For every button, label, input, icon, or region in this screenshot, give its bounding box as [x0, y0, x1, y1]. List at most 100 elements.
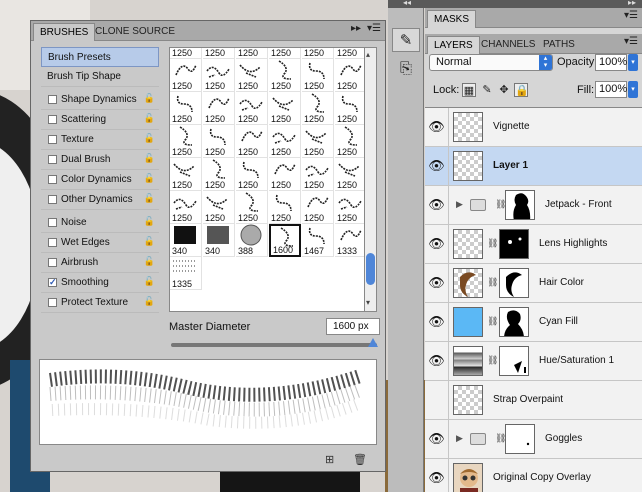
- brush-preset[interactable]: 1250: [203, 48, 235, 59]
- brush-preset[interactable]: 1250: [170, 125, 202, 158]
- master-diameter-slider[interactable]: [171, 338, 378, 347]
- option-wet-edges[interactable]: 🔓 Wet Edges: [41, 233, 159, 253]
- layers-menu-icon[interactable]: ▾☰: [624, 36, 638, 47]
- opacity-input[interactable]: 100%: [595, 54, 627, 71]
- lock-icon[interactable]: 🔓: [144, 276, 155, 287]
- visibility-eye-icon[interactable]: 👁: [425, 186, 449, 224]
- masks-menu-icon[interactable]: ▾☰: [624, 10, 638, 21]
- tab-brushes[interactable]: BRUSHES: [33, 23, 96, 41]
- layer-row-strap-overpaint[interactable]: Strap Overpaint: [425, 381, 642, 420]
- blend-mode-select[interactable]: Normal ▴ ▾: [429, 54, 553, 71]
- checkbox[interactable]: [48, 298, 57, 307]
- slider-knob[interactable]: [367, 338, 378, 347]
- link-icon[interactable]: ⛓: [487, 277, 498, 288]
- brush-preset[interactable]: 1250: [302, 125, 334, 158]
- collapse-panel-icon[interactable]: ▸▸: [351, 23, 361, 34]
- scroll-thumb[interactable]: [366, 253, 375, 285]
- brush-preset[interactable]: 1333: [335, 224, 364, 257]
- option-brush-tip-shape[interactable]: Brush Tip Shape: [41, 67, 159, 87]
- option-texture[interactable]: 🔓 Texture: [41, 130, 159, 150]
- tab-paths[interactable]: PATHS: [537, 36, 581, 54]
- panel-collapse-bar[interactable]: ◂◂ ▸▸: [388, 0, 642, 8]
- option-shape-dynamics[interactable]: 🔓 Shape Dynamics: [41, 90, 159, 110]
- brush-preset[interactable]: 1467: [302, 224, 334, 257]
- checkbox[interactable]: [48, 258, 57, 267]
- checkbox[interactable]: [48, 95, 57, 104]
- brush-preset[interactable]: 1335: [170, 257, 202, 290]
- option-airbrush[interactable]: 🔓 Airbrush: [41, 253, 159, 273]
- layer-row-jetpack-front[interactable]: 👁 ▶ ⛓ Jetpack - Front: [425, 186, 642, 225]
- tab-clone-source[interactable]: CLONE SOURCE: [89, 23, 181, 41]
- brush-preset[interactable]: 1250: [269, 59, 301, 92]
- brush-preset[interactable]: 1250: [236, 158, 268, 191]
- brush-preset[interactable]: 1250: [302, 48, 334, 59]
- lock-all-icon[interactable]: 🔒: [514, 83, 529, 97]
- option-color-dynamics[interactable]: 🔓 Color Dynamics: [41, 170, 159, 190]
- option-smoothing[interactable]: ✓ 🔓 Smoothing: [41, 273, 159, 293]
- tab-layers[interactable]: LAYERS: [427, 36, 480, 54]
- visibility-eye-icon[interactable]: 👁: [425, 342, 449, 380]
- fill-dropdown-icon[interactable]: ▾: [628, 81, 638, 98]
- lock-icon[interactable]: 🔓: [144, 153, 155, 164]
- brush-preset[interactable]: 388: [236, 224, 268, 257]
- visibility-eye-icon[interactable]: 👁: [425, 108, 449, 146]
- checkbox[interactable]: [48, 195, 57, 204]
- lock-icon[interactable]: 🔓: [144, 236, 155, 247]
- option-noise[interactable]: 🔓 Noise: [41, 213, 159, 233]
- lock-icon[interactable]: 🔓: [144, 93, 155, 104]
- scroll-down-icon[interactable]: ▾: [366, 298, 370, 307]
- brush-preset[interactable]: 1250: [335, 191, 364, 224]
- brush-preset[interactable]: 1250: [302, 191, 334, 224]
- expand-triangle-icon[interactable]: ▶: [456, 199, 463, 210]
- layer-row-goggles[interactable]: 👁 ▶ ⛓ Goggles: [425, 420, 642, 459]
- checkbox[interactable]: [48, 155, 57, 164]
- lock-icon[interactable]: 🔓: [144, 296, 155, 307]
- brush-preset[interactable]: 1250: [335, 158, 364, 191]
- option-dual-brush[interactable]: 🔓 Dual Brush: [41, 150, 159, 170]
- brush-preset[interactable]: 1250: [335, 48, 364, 59]
- brush-preset[interactable]: 1250: [269, 125, 301, 158]
- brush-preset[interactable]: 1250: [269, 191, 301, 224]
- lock-icon[interactable]: 🔓: [144, 216, 155, 227]
- tab-masks[interactable]: MASKS: [427, 10, 477, 28]
- brush-preset[interactable]: 1250: [335, 92, 364, 125]
- brush-preset[interactable]: 1250: [170, 48, 202, 59]
- option-protect-texture[interactable]: 🔓 Protect Texture: [41, 293, 159, 313]
- layer-row-cyan-fill[interactable]: 👁 ⛓ Cyan Fill: [425, 303, 642, 342]
- expand-triangle-icon[interactable]: ▶: [456, 433, 463, 444]
- brush-preset[interactable]: 1250: [335, 125, 364, 158]
- brush-preset[interactable]: 1250: [203, 158, 235, 191]
- lock-icon[interactable]: 🔓: [144, 173, 155, 184]
- brush-preset[interactable]: 1250: [170, 59, 202, 92]
- brush-preset[interactable]: 1600: [269, 224, 301, 257]
- brush-preset[interactable]: 1250: [203, 191, 235, 224]
- brush-preset[interactable]: 1250: [236, 125, 268, 158]
- fill-input[interactable]: 100%: [595, 81, 627, 98]
- visibility-eye-icon[interactable]: 👁: [425, 459, 449, 492]
- lock-position-icon[interactable]: ✥: [497, 83, 511, 97]
- collapse-left-icon[interactable]: ◂◂: [403, 0, 411, 7]
- layer-row-vignette[interactable]: 👁 Vignette: [425, 108, 642, 147]
- visibility-eye-icon[interactable]: 👁: [425, 420, 449, 458]
- tab-channels[interactable]: CHANNELS: [475, 36, 541, 54]
- checkbox[interactable]: [48, 218, 57, 227]
- brush-preset[interactable]: 1250: [203, 125, 235, 158]
- brush-preset[interactable]: 1250: [236, 191, 268, 224]
- checkbox[interactable]: [48, 135, 57, 144]
- brush-tool-icon[interactable]: ✎: [392, 28, 420, 52]
- lock-icon[interactable]: 🔓: [144, 113, 155, 124]
- option-brush-presets[interactable]: Brush Presets: [41, 47, 159, 67]
- collapse-right-icon[interactable]: ▸▸: [628, 0, 636, 7]
- opacity-dropdown-icon[interactable]: ▾: [628, 54, 638, 71]
- lock-transparency-icon[interactable]: ▦: [462, 83, 476, 97]
- brush-preset[interactable]: 1250: [236, 59, 268, 92]
- link-icon[interactable]: ⛓: [487, 238, 498, 249]
- brushes-menu-icon[interactable]: ▾☰: [367, 23, 381, 34]
- visibility-eye-icon[interactable]: 👁: [425, 303, 449, 341]
- layer-row-original-copy-overlay[interactable]: 👁 Original Copy Overlay: [425, 459, 642, 492]
- layer-row-hair-color[interactable]: 👁 ⛓ Hair Color: [425, 264, 642, 303]
- brush-preset[interactable]: 1250: [203, 59, 235, 92]
- layer-row-lens-highlights[interactable]: 👁 ⛓ Lens Highlights: [425, 225, 642, 264]
- option-scattering[interactable]: 🔓 Scattering: [41, 110, 159, 130]
- checkbox[interactable]: ✓: [48, 278, 57, 287]
